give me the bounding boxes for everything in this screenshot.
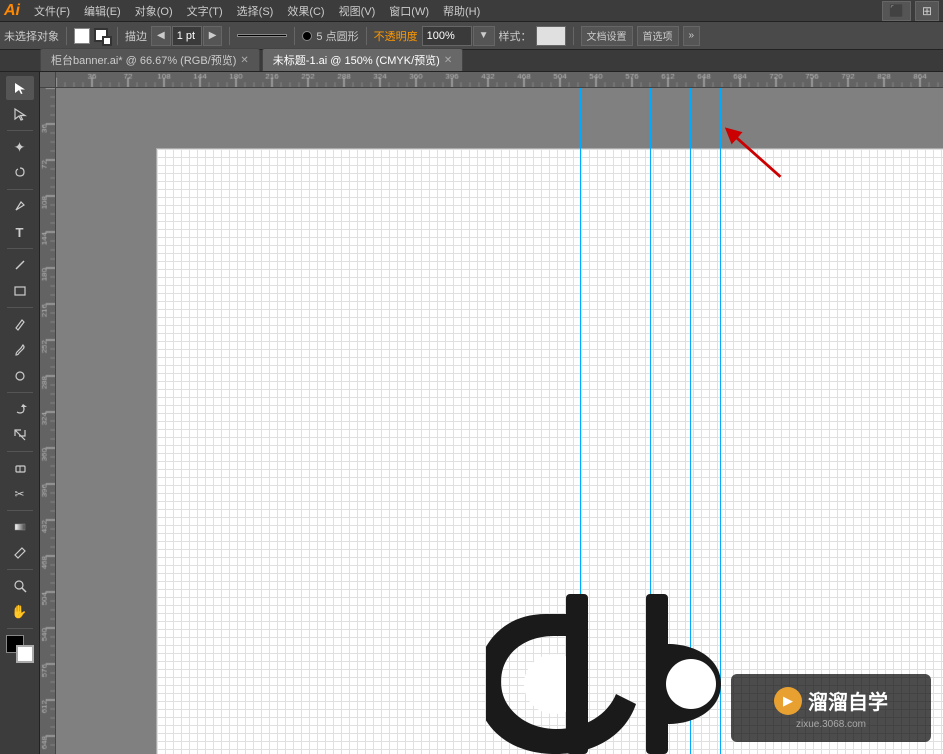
- hand-tool[interactable]: ✋: [6, 600, 34, 624]
- lasso-tool[interactable]: [6, 161, 34, 185]
- stroke-value-field[interactable]: 1 pt: [172, 26, 202, 46]
- grid-overlay: [157, 149, 943, 754]
- style-preview[interactable]: [536, 26, 566, 46]
- stroke-color-indicator[interactable]: [94, 28, 110, 44]
- opacity-arrow[interactable]: ▼: [473, 26, 495, 46]
- toolbox: ✦ T: [0, 72, 40, 754]
- tool-sep-7: [7, 510, 33, 511]
- menu-select[interactable]: 选择(S): [231, 1, 280, 21]
- scissors-tool[interactable]: ✂: [6, 482, 34, 506]
- rectangle-tool[interactable]: [6, 279, 34, 303]
- doc-settings-button[interactable]: 文档设置: [581, 26, 633, 46]
- tool-sep-6: [7, 451, 33, 452]
- divider-3: [229, 27, 230, 45]
- line-tool[interactable]: [6, 253, 34, 277]
- ruler-left: [40, 88, 56, 754]
- menu-window[interactable]: 窗口(W): [383, 1, 435, 21]
- stroke-preview: [237, 34, 287, 37]
- main-area: ✦ T: [0, 72, 943, 754]
- direct-selection-tool[interactable]: [6, 102, 34, 126]
- pen-tool[interactable]: [6, 194, 34, 218]
- screen-mode-button[interactable]: ⬛: [882, 1, 911, 21]
- menu-edit[interactable]: 编辑(E): [78, 1, 127, 21]
- tab-banner[interactable]: 柜台banner.ai* @ 66.67% (RGB/预览) ✕: [40, 48, 260, 71]
- tool-sep-3: [7, 248, 33, 249]
- menu-type[interactable]: 文字(T): [181, 1, 229, 21]
- divider-4: [294, 27, 295, 45]
- tool-sep-8: [7, 569, 33, 570]
- app-logo: Ai: [4, 2, 20, 20]
- tool-sep-9: [7, 628, 33, 629]
- preferences-button[interactable]: 首选项: [637, 26, 679, 46]
- opacity-label: 不透明度: [374, 28, 418, 44]
- menu-object[interactable]: 对象(O): [129, 1, 179, 21]
- tool-sep-1: [7, 130, 33, 131]
- blob-brush-tool[interactable]: [6, 364, 34, 388]
- brush-tool[interactable]: [6, 338, 34, 362]
- pencil-tool[interactable]: [6, 312, 34, 336]
- stroke-down-button[interactable]: ◀: [151, 26, 171, 46]
- tool-sep-5: [7, 392, 33, 393]
- magic-wand-tool[interactable]: ✦: [6, 135, 34, 159]
- zoom-tool[interactable]: [6, 574, 34, 598]
- watermark-top: ▶ 溜溜自学: [774, 686, 888, 715]
- menu-effect[interactable]: 效果(C): [281, 1, 330, 21]
- canvas-area[interactable]: ▶ 溜溜自学 zixue.3068.com: [40, 72, 943, 754]
- menu-bar: Ai 文件(F) 编辑(E) 对象(O) 文字(T) 选择(S) 效果(C) 视…: [0, 0, 943, 22]
- watermark-play-icon: ▶: [774, 687, 802, 715]
- rotate-tool[interactable]: [6, 397, 34, 421]
- eyedropper-tool[interactable]: [6, 541, 34, 565]
- divider-1: [66, 27, 67, 45]
- selection-label: 未选择对象: [4, 28, 59, 44]
- divider-2: [117, 27, 118, 45]
- menu-file[interactable]: 文件(F): [28, 1, 76, 21]
- tab-close-banner[interactable]: ✕: [240, 55, 248, 66]
- tool-sep-2: [7, 189, 33, 190]
- stroke-label: 描边: [125, 28, 147, 44]
- document-tabs: 柜台banner.ai* @ 66.67% (RGB/预览) ✕ 未标题-1.a…: [0, 50, 943, 72]
- scale-tool[interactable]: [6, 423, 34, 447]
- menu-help[interactable]: 帮助(H): [437, 1, 486, 21]
- ruler-top: [56, 72, 943, 88]
- fill-color-box[interactable]: [74, 28, 90, 44]
- color-selector[interactable]: [6, 635, 34, 663]
- arrange-button[interactable]: ⊞: [915, 1, 939, 21]
- tool-sep-4: [7, 307, 33, 308]
- ruler-corner: [40, 72, 56, 88]
- eraser-tool[interactable]: [6, 456, 34, 480]
- points-label: 5 点圆形: [316, 28, 358, 44]
- extra-button[interactable]: »: [683, 26, 701, 46]
- ruler-left-canvas: [40, 88, 55, 754]
- opacity-value-field[interactable]: 100%: [422, 26, 472, 46]
- selection-tool[interactable]: [6, 76, 34, 100]
- watermark-overlay: ▶ 溜溜自学 zixue.3068.com: [731, 674, 931, 742]
- stroke-swatch[interactable]: [16, 645, 34, 663]
- tab-close-untitled[interactable]: ✕: [444, 55, 452, 66]
- divider-6: [573, 27, 574, 45]
- menu-view[interactable]: 视图(V): [333, 1, 382, 21]
- options-bar: 未选择对象 描边 ◀ 1 pt ▶ 5 点圆形 不透明度 100% ▼ 样式： …: [0, 22, 943, 50]
- document-canvas: [156, 148, 943, 754]
- type-tool[interactable]: T: [6, 220, 34, 244]
- watermark-brand: 溜溜自学: [808, 686, 888, 715]
- gradient-tool[interactable]: [6, 515, 34, 539]
- dot-indicator: [302, 31, 312, 41]
- stroke-up-button[interactable]: ▶: [203, 26, 223, 46]
- tab-untitled[interactable]: 未标题-1.ai @ 150% (CMYK/预览) ✕: [262, 48, 463, 71]
- ruler-top-canvas: [56, 72, 943, 87]
- watermark-url: zixue.3068.com: [796, 719, 866, 730]
- style-label: 样式：: [499, 28, 532, 44]
- canvas-viewport[interactable]: ▶ 溜溜自学 zixue.3068.com: [56, 88, 943, 754]
- divider-5: [366, 27, 367, 45]
